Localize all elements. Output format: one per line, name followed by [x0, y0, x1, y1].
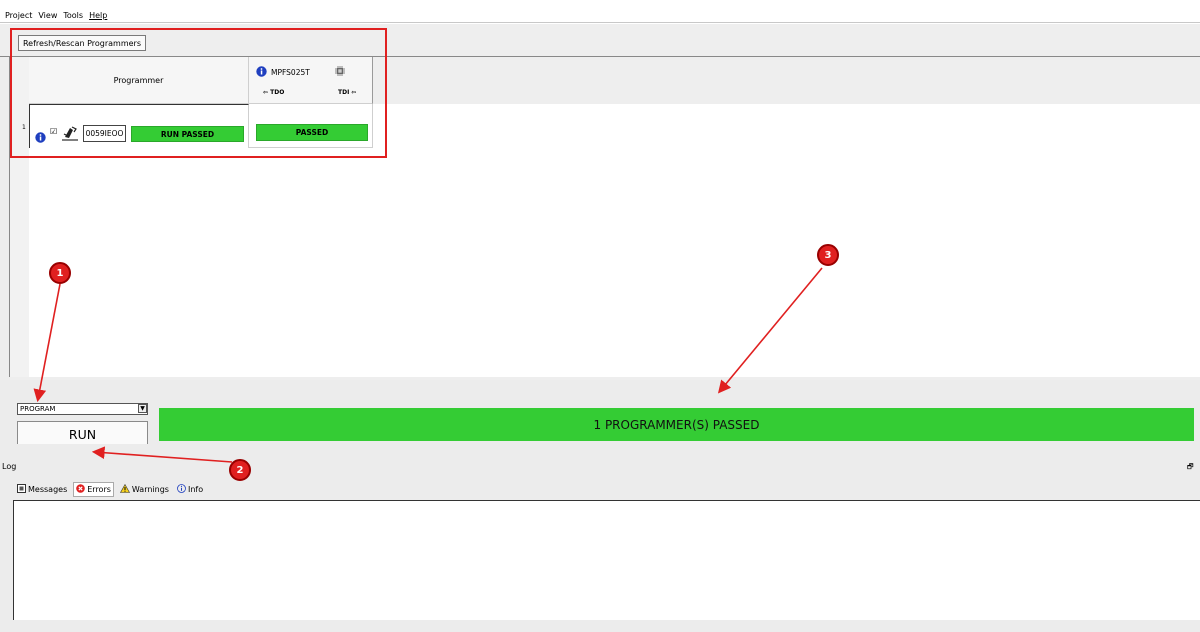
programmer-enable-checkbox[interactable]: ☑	[50, 127, 57, 136]
log-tabs: Messages Errors Warnings Info	[15, 482, 205, 497]
programmer-column-header: Programmer	[29, 57, 249, 104]
warning-icon	[119, 483, 130, 495]
programmer-info-icon[interactable]	[35, 128, 46, 147]
device-name: MPFS025T	[271, 68, 310, 77]
menu-help[interactable]: Help	[86, 11, 110, 20]
device-status-badge: PASSED	[256, 124, 368, 141]
app-window: Project View Tools Help Refresh/Rescan P…	[0, 0, 1200, 632]
menu-view[interactable]: View	[35, 11, 60, 20]
device-column-header: MPFS025T ⇦ TDO TDI ⇦	[249, 57, 373, 104]
tab-errors-label: Errors	[87, 485, 111, 494]
chevron-down-icon[interactable]: ▼	[138, 404, 147, 413]
annotation-badge-3: 3	[817, 244, 839, 266]
restore-window-icon[interactable]: 🗗	[1187, 463, 1194, 474]
annotation-badge-1: 1	[49, 262, 71, 284]
tab-info[interactable]: Info	[175, 483, 205, 496]
menu-tools[interactable]: Tools	[60, 11, 86, 20]
error-icon	[76, 484, 86, 495]
chip-icon	[335, 66, 345, 78]
tab-info-label: Info	[187, 485, 204, 494]
tab-errors[interactable]: Errors	[73, 482, 114, 497]
grid-row-gutter	[9, 57, 29, 377]
info-icon	[177, 484, 186, 495]
tdi-label: TDI ⇦	[338, 89, 357, 96]
programmer-status-badge: RUN PASSED	[131, 126, 244, 142]
programmer-device-icon[interactable]	[61, 124, 79, 146]
tab-warnings[interactable]: Warnings	[118, 483, 171, 496]
messages-icon	[17, 484, 26, 495]
refresh-rescan-button[interactable]: Refresh/Rescan Programmers	[18, 35, 146, 51]
log-title: Log	[2, 462, 17, 471]
tab-messages-label: Messages	[28, 485, 68, 494]
programmer-serial: 0059IEOO	[83, 125, 126, 142]
log-output[interactable]	[13, 500, 1200, 620]
row-number: 1	[22, 124, 26, 131]
action-select[interactable]: PROGRAM	[17, 403, 148, 415]
tab-warnings-label: Warnings	[131, 485, 169, 494]
result-status-bar: 1 PROGRAMMER(S) PASSED	[159, 408, 1194, 441]
grid-header-band	[373, 57, 1200, 104]
menu-bar: Project View Tools Help	[0, 9, 1200, 23]
tab-messages[interactable]: Messages	[15, 483, 69, 496]
annotation-badge-2: 2	[229, 459, 251, 481]
info-icon[interactable]	[256, 66, 267, 79]
tdo-label: ⇦ TDO	[263, 89, 285, 96]
menu-project[interactable]: Project	[0, 11, 35, 20]
programmer-header-label: Programmer	[113, 75, 164, 85]
